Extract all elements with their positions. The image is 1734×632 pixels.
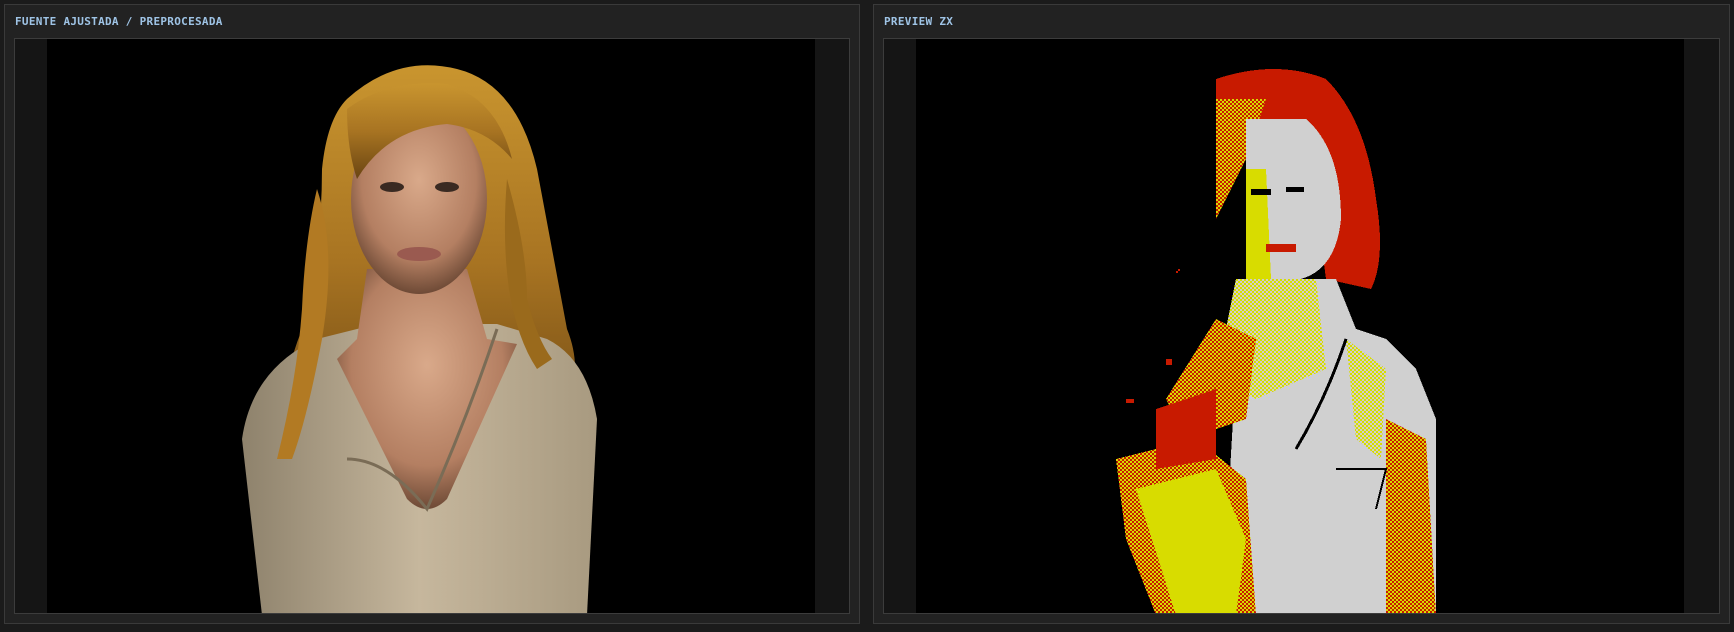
zx-preview-image <box>916 39 1684 613</box>
source-image <box>47 39 815 613</box>
source-panel: FUENTE AJUSTADA / PREPROCESADA <box>4 4 860 624</box>
app-window: FUENTE AJUSTADA / PREPROCESADA PREVIEW Z… <box>0 0 1734 632</box>
preview-viewport <box>883 38 1720 614</box>
preview-panel-title: PREVIEW ZX <box>884 15 954 28</box>
preview-panel: PREVIEW ZX <box>873 4 1730 624</box>
source-viewport <box>14 38 850 614</box>
source-panel-title: FUENTE AJUSTADA / PREPROCESADA <box>15 15 223 28</box>
